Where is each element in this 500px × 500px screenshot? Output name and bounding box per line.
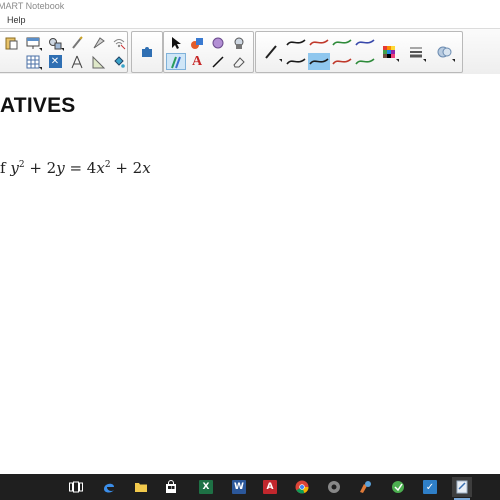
toolbar-group-insert: ✕ — [0, 31, 128, 73]
task-view-icon[interactable] — [66, 477, 86, 497]
pen-style-blue[interactable] — [354, 34, 376, 51]
toolbar: ✕ A — [0, 28, 500, 75]
table-icon[interactable] — [24, 53, 42, 70]
line-tool-icon[interactable] — [209, 53, 227, 70]
magic-pen-icon[interactable] — [68, 34, 86, 51]
toolbar-group-tools: A — [163, 31, 254, 73]
lock-icon[interactable] — [230, 34, 248, 51]
store-icon[interactable] — [161, 477, 181, 497]
pen-style-selected[interactable] — [308, 53, 330, 70]
line-style-icon[interactable] — [406, 42, 426, 62]
eraser-icon[interactable] — [230, 53, 248, 70]
text-tool-icon[interactable]: A — [188, 53, 206, 70]
pen-style-black[interactable] — [285, 34, 307, 51]
window-title: MART Notebook — [0, 1, 65, 11]
toolbar-group-addon — [131, 31, 163, 73]
select-arrow-icon[interactable] — [167, 34, 185, 51]
puzzle-piece-icon[interactable] — [138, 43, 156, 60]
title-bar: MART Notebook — [0, 0, 500, 14]
protractor-icon[interactable] — [90, 53, 108, 70]
delete-icon[interactable]: ✕ — [46, 53, 64, 70]
app-icon-blue[interactable]: ✓ — [420, 477, 440, 497]
menu-item-help[interactable]: Help — [7, 15, 26, 25]
screen-shade-icon[interactable] — [24, 34, 42, 51]
page-heading: ATIVES — [0, 94, 76, 117]
pen-style-red[interactable] — [308, 34, 330, 51]
compass-tool-icon[interactable] — [68, 53, 86, 70]
toolbar-group-pen-styles — [255, 31, 463, 73]
smart-notebook-taskbar-icon[interactable] — [452, 477, 472, 500]
shapes-icon[interactable] — [188, 34, 206, 51]
app-icon-gray[interactable] — [324, 477, 344, 497]
pen-style-green[interactable] — [331, 34, 353, 51]
magic-wand-icon[interactable] — [209, 34, 227, 51]
paste-icon[interactable] — [2, 34, 20, 51]
fill-bucket-icon[interactable] — [110, 53, 128, 70]
wifi-signal-icon[interactable] — [110, 34, 128, 51]
chrome-icon[interactable] — [292, 477, 312, 497]
excel-icon[interactable]: X — [196, 477, 216, 497]
pens-icon[interactable] — [166, 53, 186, 70]
acrobat-icon[interactable]: A — [260, 477, 280, 497]
color-palette-icon[interactable] — [379, 42, 399, 62]
pen-style-blue-thick[interactable] — [354, 53, 376, 70]
equation-text: f y2 + 2y = 4x2 + 2x — [0, 159, 151, 177]
fill-effects-icon[interactable] — [435, 42, 455, 62]
pen-style-green-thick[interactable] — [331, 53, 353, 70]
pen-tool-icon[interactable] — [260, 42, 282, 62]
app-icon-green[interactable] — [388, 477, 408, 497]
shape-recognition-icon[interactable] — [90, 34, 108, 51]
paint-icon[interactable] — [355, 477, 375, 497]
document-camera-icon[interactable] — [46, 34, 64, 51]
file-explorer-icon[interactable] — [131, 477, 151, 497]
word-icon[interactable]: W — [229, 477, 249, 497]
pen-style-black-thick[interactable] — [285, 53, 307, 70]
edge-browser-icon[interactable] — [99, 477, 119, 497]
notebook-page[interactable]: ATIVES f y2 + 2y = 4x2 + 2x — [0, 74, 500, 474]
taskbar: X W A ✓ — [0, 474, 500, 500]
menu-bar: Help — [0, 14, 500, 28]
